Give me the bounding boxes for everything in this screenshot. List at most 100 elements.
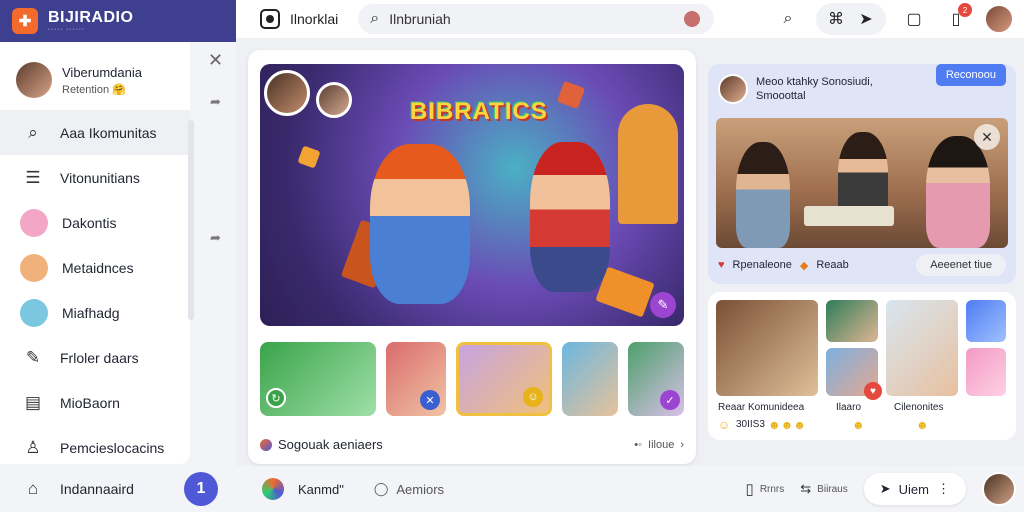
post-action-button[interactable]: Reconoou (935, 64, 1006, 86)
bottom-bar: Kanmd" ◯ Aemiors ▯ Rrnrs ⇆ Biiraus ➤ Uie… (236, 466, 1024, 512)
avatar[interactable] (718, 74, 748, 104)
brand-tagline: ◦◦◦◦◦ ◦◦◦◦◦◦ (48, 27, 86, 33)
close-icon[interactable]: ✕ (208, 50, 223, 71)
sidebar-item-miobaorn[interactable]: ▤ MioBaorn (0, 380, 190, 425)
chart-icon[interactable] (966, 300, 1006, 342)
sidebar-item-vitonunitians[interactable]: ☰ Vitonunitians (0, 155, 190, 200)
sidebar-scrollbar[interactable] (188, 120, 194, 320)
sidebar-nav: ⌕ Aaa Ikomunitas ☰ Vitonunitians Dakonti… (0, 110, 190, 470)
comment-button[interactable]: Aeeenet tiue (916, 254, 1006, 276)
more-label: Iiloue (648, 438, 675, 451)
gem-icon[interactable] (966, 348, 1006, 396)
avatar[interactable] (264, 70, 310, 116)
search-icon: ⌕ (370, 10, 380, 27)
post-photo[interactable]: ✕ (716, 118, 1008, 248)
send-icon: ➤ (879, 481, 891, 496)
girl-character (530, 142, 610, 292)
sidebar-item-miafhadg[interactable]: Miafhadg (0, 290, 190, 335)
thumbnail[interactable]: ✓ (628, 342, 684, 416)
brand-name: BIJIRADIO (48, 9, 134, 26)
sidebar-item-dakontis[interactable]: Dakontis (0, 200, 190, 245)
close-icon[interactable]: ✕ (974, 124, 1000, 150)
thumbnail[interactable]: ↻ (260, 342, 376, 416)
bottom-item[interactable]: ⇆ Biiraus (800, 481, 847, 497)
send-icon[interactable]: ➤ (852, 5, 880, 33)
sidebar-item-frloler[interactable]: ✎ Frloler daars (0, 335, 190, 380)
sidebar-item-label: Metaidnces (62, 259, 134, 276)
sidebar-item-label: Aaa Ikomunitas (60, 124, 157, 141)
gallery-label: Reaar Komunideea (718, 402, 805, 413)
info-button[interactable]: 1 (184, 472, 218, 506)
home-icon[interactable]: ⌂ (20, 476, 46, 502)
user-avatar[interactable] (984, 4, 1014, 34)
gallery-image[interactable] (826, 300, 878, 342)
profile[interactable]: Viberumdania Retention 🤗 (0, 42, 190, 98)
like-icon[interactable]: ♥ (864, 382, 882, 400)
sidebar-item-label: MioBaorn (60, 394, 120, 411)
camera-app-icon[interactable] (260, 9, 280, 29)
notification-icon[interactable]: ▯ 2 (942, 3, 972, 33)
refresh-icon[interactable]: ↻ (266, 388, 286, 408)
profile-name: Viberumdania (62, 64, 142, 80)
search-avatar[interactable] (682, 9, 703, 29)
hero-title: BIBRATICS (410, 98, 548, 125)
gallery-image[interactable]: ♥ (826, 348, 882, 400)
sidebar-footer-label: Indannaaird (60, 481, 134, 497)
cross-logo-icon[interactable]: ✚ (12, 8, 38, 34)
post-subtitle: Smooottal (756, 90, 806, 102)
toolbar-pill: ⌘ ➤ (816, 3, 886, 35)
share-arrow-icon[interactable]: ➦ (210, 94, 221, 110)
sidebar-item-komunitas[interactable]: ⌕ Aaa Ikomunitas (0, 110, 190, 155)
sidebar-item-metaidnces[interactable]: Metaidnces (0, 245, 190, 290)
bottom-item[interactable]: ▯ Rrnrs (746, 480, 785, 498)
chat-tab[interactable]: ◯ Aemiors (374, 481, 444, 497)
heart-icon[interactable]: ♥ (718, 259, 725, 271)
sidebar-panel: Viberumdania Retention 🤗 ⌕ Aaa Ikomunita… (0, 42, 194, 464)
main-footer-label[interactable]: Sogouak aeniaers (278, 437, 383, 452)
avatar[interactable] (982, 472, 1016, 506)
check-icon[interactable]: ✓ (660, 390, 680, 410)
search-bar[interactable]: ⌕ (358, 4, 715, 34)
thumbnail-row: ↻ ✕ ☺ ✓ (260, 342, 684, 416)
search-icon[interactable]: ⌕ (774, 5, 802, 33)
app-logo-icon[interactable] (262, 478, 284, 500)
gallery-card: ♥ Reaar Komunideea ☺ 30IIS3 ☻☻☻ Ilaaro ☻… (708, 292, 1016, 440)
edit-icon[interactable]: ✎ (650, 292, 676, 318)
document-icon: ▯ (745, 481, 754, 498)
list-icon: ☰ (25, 167, 41, 187)
search-input[interactable] (389, 11, 673, 27)
chevron-right-icon: › (680, 438, 684, 451)
grid-icon[interactable]: ⌘ (822, 5, 850, 33)
chat-icon[interactable]: ▢ (900, 5, 928, 33)
reaction-label[interactable]: Rpenaleone (733, 259, 792, 271)
gallery-count: 30IIS3 (736, 419, 765, 430)
avatar[interactable] (316, 82, 352, 118)
share-arrow-icon[interactable]: ➦ (210, 230, 221, 246)
edit-icon: ✎ (25, 347, 41, 367)
sidebar-item-label: Frloler daars (60, 349, 139, 366)
thumbnail[interactable] (562, 342, 618, 416)
avatar-icon (20, 208, 48, 237)
share-icon: ⇆ (800, 481, 812, 496)
view-button[interactable]: ➤ Uiem ⋮ (863, 473, 966, 505)
smile-icon[interactable]: ☺ (523, 387, 543, 407)
notification-badge: 2 (958, 3, 972, 17)
bottom-label[interactable]: Kanmd" (298, 482, 344, 497)
chat-icon: ◯ (373, 481, 389, 496)
avatar (16, 62, 52, 98)
thumbnail[interactable]: ✕ (386, 342, 446, 416)
app-title: Ilnorklai (290, 11, 339, 27)
sidebar-item-pemcieslocacins[interactable]: ♙ Pemcieslocacins (0, 425, 190, 470)
reaction-label[interactable]: Reaab (816, 259, 848, 271)
hero-image[interactable]: BIBRATICS ✎ (260, 64, 684, 326)
bottom-item-label: Rrnrs (759, 483, 785, 495)
gallery-image[interactable] (886, 300, 958, 396)
close-icon[interactable]: ✕ (420, 390, 440, 410)
bottom-item-label: Biiraus (817, 483, 848, 495)
thumbnail[interactable]: ☺ (456, 342, 552, 416)
main-footer-more[interactable]: •◦ Iiloue › (634, 439, 684, 451)
fire-icon[interactable]: ◆ (800, 259, 808, 272)
boy-character (370, 144, 470, 304)
gallery-image[interactable] (716, 300, 818, 396)
search-icon: ⌕ (28, 122, 38, 142)
